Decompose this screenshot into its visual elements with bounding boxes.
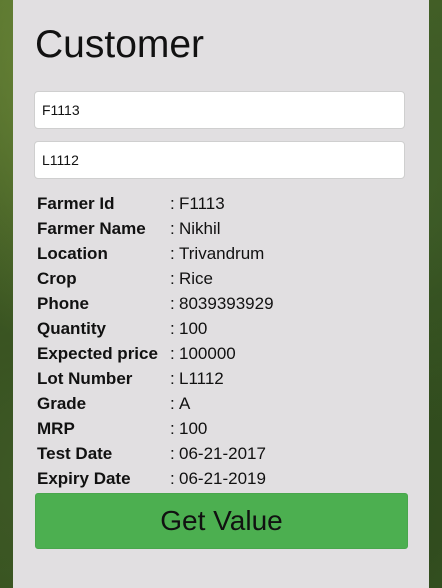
detail-label: Crop — [37, 268, 77, 288]
farmer-id-input[interactable] — [34, 91, 405, 129]
detail-value: Rice — [179, 268, 214, 288]
detail-value: F1113 — [179, 193, 225, 213]
detail-label: MRP — [37, 418, 75, 438]
detail-label: Expected price — [37, 343, 158, 363]
detail-value: Nikhil — [179, 218, 221, 238]
detail-row-location: Location : Trivandrum — [37, 241, 407, 266]
details-list: Farmer Id : F1113 Farmer Name : Nikhil L… — [37, 191, 407, 491]
detail-row-expiry-date: Expiry Date : 06-21-2019 — [37, 466, 407, 491]
detail-value: 100000 — [179, 343, 236, 363]
detail-row-grade: Grade : A — [37, 391, 407, 416]
detail-row-crop: Crop : Rice — [37, 266, 407, 291]
detail-label: Phone — [37, 293, 89, 313]
get-value-button[interactable]: Get Value — [35, 493, 408, 549]
detail-separator: : — [170, 443, 175, 463]
detail-separator: : — [170, 243, 175, 263]
detail-label: Quantity — [37, 318, 106, 338]
detail-separator: : — [170, 393, 175, 413]
page-title: Customer — [35, 23, 205, 66]
detail-value: L1112 — [179, 368, 224, 388]
detail-value: A — [179, 393, 191, 413]
customer-card: Customer Farmer Id : F1113 Farmer Name :… — [13, 0, 429, 588]
detail-row-phone: Phone : 8039393929 — [37, 291, 407, 316]
detail-label: Test Date — [37, 443, 113, 463]
detail-separator: : — [170, 468, 175, 488]
detail-value: 06-21-2019 — [179, 468, 266, 488]
detail-row-quantity: Quantity : 100 — [37, 316, 407, 341]
detail-label: Farmer Name — [37, 218, 146, 238]
detail-row-mrp: MRP : 100 — [37, 416, 407, 441]
detail-row-lot-number: Lot Number : L1112 — [37, 366, 407, 391]
detail-row-farmer-name: Farmer Name : Nikhil — [37, 216, 407, 241]
detail-value: 100 — [179, 418, 208, 438]
detail-row-expected-price: Expected price : 100000 — [37, 341, 407, 366]
detail-label: Lot Number — [37, 368, 133, 388]
detail-separator: : — [170, 418, 175, 438]
detail-separator: : — [170, 318, 175, 338]
detail-separator: : — [170, 193, 175, 213]
detail-label: Farmer Id — [37, 193, 115, 213]
detail-value: 8039393929 — [179, 293, 274, 313]
detail-label: Location — [37, 243, 108, 263]
detail-label: Expiry Date — [37, 468, 131, 488]
detail-value: 100 — [179, 318, 208, 338]
detail-value: 06-21-2017 — [179, 443, 266, 463]
lot-number-input[interactable] — [34, 141, 405, 179]
detail-row-test-date: Test Date : 06-21-2017 — [37, 441, 407, 466]
detail-separator: : — [170, 218, 175, 238]
detail-row-farmer-id: Farmer Id : F1113 — [37, 191, 407, 216]
detail-separator: : — [170, 343, 175, 363]
detail-separator: : — [170, 293, 175, 313]
detail-label: Grade — [37, 393, 87, 413]
detail-separator: : — [170, 268, 175, 288]
detail-separator: : — [170, 368, 175, 388]
detail-value: Trivandrum — [179, 243, 265, 263]
